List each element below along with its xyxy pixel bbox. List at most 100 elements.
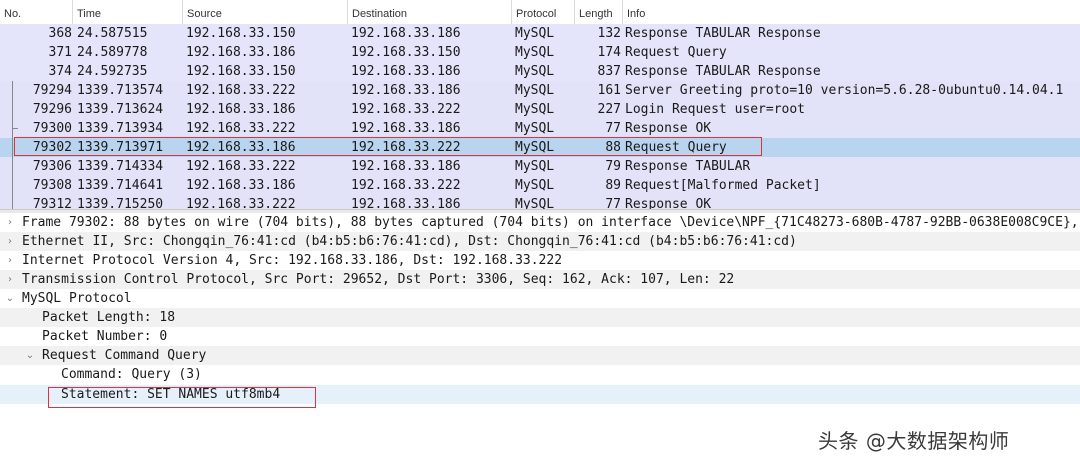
packet-no-cell: 79294 [32, 83, 72, 98]
tree-node-ethernet[interactable]: › Ethernet II, Src: Chongqin_76:41:cd (b… [0, 232, 1080, 251]
packet-no-cell: 79308 [32, 178, 72, 193]
ethernet-summary: Ethernet II, Src: Chongqin_76:41:cd (b4:… [22, 234, 797, 249]
tree-node-command[interactable]: Command: Query (3) [0, 365, 1080, 384]
table-row[interactable]: 79296 1339.713624 192.168.33.186 192.168.33… [0, 100, 1080, 119]
tree-node-ip[interactable]: › Internet Protocol Version 4, Src: 192.… [0, 251, 1080, 270]
packet-protocol-cell: MySQL [515, 197, 555, 209]
packet-protocol-cell: MySQL [515, 45, 555, 60]
packet-length-cell: 132 [597, 26, 621, 41]
packet-source-cell: 192.168.33.186 [186, 140, 296, 155]
table-row[interactable]: 371 24.589778 192.168.33.186 192.168.33.150… [0, 43, 1080, 62]
packet-length-cell: 77 [605, 197, 621, 209]
packet-protocol-cell: MySQL [515, 178, 555, 193]
packet-source-cell: 192.168.33.186 [186, 178, 296, 193]
chevron-down-icon[interactable]: ⌄ [4, 289, 16, 308]
table-row[interactable]: 374 24.592735 192.168.33.150 192.168.33.186… [0, 62, 1080, 81]
column-header-destination[interactable]: Destination [347, 0, 511, 24]
chevron-right-icon[interactable]: › [4, 251, 16, 270]
packet-length-field: Packet Length: 18 [42, 310, 176, 325]
packet-list-pane[interactable]: No. Time Source Destination Protocol Len… [0, 0, 1080, 209]
packet-length-cell: 161 [597, 83, 621, 98]
packet-protocol-cell: MySQL [515, 64, 555, 79]
mysql-protocol-label: MySQL Protocol [22, 291, 132, 306]
packet-no-cell: 371 [48, 45, 72, 60]
packet-info-cell: Server Greeting proto=10 version=5.6.28-… [625, 83, 1064, 98]
packet-length-cell: 77 [605, 121, 621, 136]
command-field: Command: Query (3) [61, 367, 202, 382]
chevron-down-icon[interactable]: ⌄ [24, 346, 36, 365]
table-row[interactable]: 368 24.587515 192.168.33.150 192.168.33.186… [0, 24, 1080, 43]
table-row[interactable]: 79300 1339.713934 192.168.33.222 192.168.33… [0, 119, 1080, 138]
packet-info-cell: Response OK [625, 197, 712, 209]
table-row[interactable]: 79308 1339.714641 192.168.33.186 192.168.33… [0, 176, 1080, 195]
packet-info-cell: Request Query [625, 140, 727, 155]
packet-destination-cell: 192.168.33.222 [351, 178, 461, 193]
packet-info-cell: Response OK [625, 121, 712, 136]
packet-source-cell: 192.168.33.150 [186, 26, 296, 41]
tree-node-statement[interactable]: Statement: SET NAMES utf8mb4 [0, 385, 1080, 404]
packet-source-cell: 192.168.33.186 [186, 45, 296, 60]
packet-protocol-cell: MySQL [515, 140, 555, 155]
packet-destination-cell: 192.168.33.186 [351, 64, 461, 79]
packet-source-cell: 192.168.33.222 [186, 197, 296, 209]
column-header-no[interactable]: No. [0, 0, 72, 24]
packet-info-cell: Response TABULAR [625, 159, 751, 174]
request-command-label: Request Command Query [42, 348, 207, 363]
packet-time-cell: 24.587515 [77, 26, 148, 41]
packet-destination-cell: 192.168.33.222 [351, 140, 461, 155]
tcp-summary: Transmission Control Protocol, Src Port:… [22, 272, 735, 287]
packet-protocol-cell: MySQL [515, 121, 555, 136]
packet-destination-cell: 192.168.33.186 [351, 26, 461, 41]
packet-protocol-cell: MySQL [515, 83, 555, 98]
tree-node-tcp[interactable]: › Transmission Control Protocol, Src Por… [0, 270, 1080, 289]
packet-length-cell: 174 [597, 45, 621, 60]
packet-source-cell: 192.168.33.222 [186, 83, 296, 98]
column-header-time[interactable]: Time [72, 0, 182, 24]
packet-no-cell: 368 [48, 26, 72, 41]
packet-time-cell: 1339.713934 [77, 121, 164, 136]
packet-time-cell: 1339.713624 [77, 102, 164, 117]
packet-destination-cell: 192.168.33.186 [351, 121, 461, 136]
frame-summary: Frame 79302: 88 bytes on wire (704 bits)… [22, 215, 1080, 230]
column-header-info[interactable]: Info [622, 0, 1080, 24]
packet-length-cell: 79 [605, 159, 621, 174]
packet-time-cell: 1339.713971 [77, 140, 164, 155]
column-header-protocol[interactable]: Protocol [511, 0, 574, 24]
packet-no-cell: 79302 [32, 140, 72, 155]
packet-protocol-cell: MySQL [515, 159, 555, 174]
packet-destination-cell: 192.168.33.222 [351, 102, 461, 117]
packet-destination-cell: 192.168.33.186 [351, 83, 461, 98]
packet-info-cell: Response TABULAR Response [625, 26, 821, 41]
packet-list-header: No. Time Source Destination Protocol Len… [0, 0, 1080, 25]
chevron-right-icon[interactable]: › [4, 232, 16, 251]
packet-source-cell: 192.168.33.222 [186, 159, 296, 174]
tree-node-packet-number[interactable]: Packet Number: 0 [0, 327, 1080, 346]
table-row[interactable]: 79294 1339.713574 192.168.33.222 192.168.33… [0, 81, 1080, 100]
packet-length-cell: 837 [597, 64, 621, 79]
table-row-selected[interactable]: 79302 1339.713971 192.168.33.186 192.168.33… [0, 138, 1080, 157]
packet-source-cell: 192.168.33.222 [186, 121, 296, 136]
packet-info-cell: Login Request user=root [625, 102, 806, 117]
tree-node-request-command[interactable]: ⌄ Request Command Query [0, 346, 1080, 365]
packet-destination-cell: 192.168.33.186 [351, 159, 461, 174]
packet-no-cell: 79306 [32, 159, 72, 174]
packet-info-cell: Request Query [625, 45, 727, 60]
packet-length-cell: 88 [605, 140, 621, 155]
column-header-source[interactable]: Source [182, 0, 347, 24]
packet-time-cell: 1339.713574 [77, 83, 164, 98]
column-header-length[interactable]: Length [574, 0, 622, 24]
packet-time-cell: 1339.714334 [77, 159, 164, 174]
table-row[interactable]: 79312 1339.715250 192.168.33.222 192.168.33… [0, 195, 1080, 209]
chevron-right-icon[interactable]: › [4, 270, 16, 289]
chevron-right-icon[interactable]: › [4, 213, 16, 232]
packet-destination-cell: 192.168.33.150 [351, 45, 461, 60]
packet-no-cell: 79312 [32, 197, 72, 209]
tree-node-frame[interactable]: › Frame 79302: 88 bytes on wire (704 bit… [0, 213, 1080, 232]
table-row[interactable]: 79306 1339.714334 192.168.33.222 192.168.33… [0, 157, 1080, 176]
tree-node-packet-length[interactable]: Packet Length: 18 [0, 308, 1080, 327]
tree-node-mysql[interactable]: ⌄ MySQL Protocol [0, 289, 1080, 308]
packet-protocol-cell: MySQL [515, 102, 555, 117]
packet-source-cell: 192.168.33.150 [186, 64, 296, 79]
packet-length-cell: 89 [605, 178, 621, 193]
packet-info-cell: Request[Malformed Packet] [625, 178, 821, 193]
